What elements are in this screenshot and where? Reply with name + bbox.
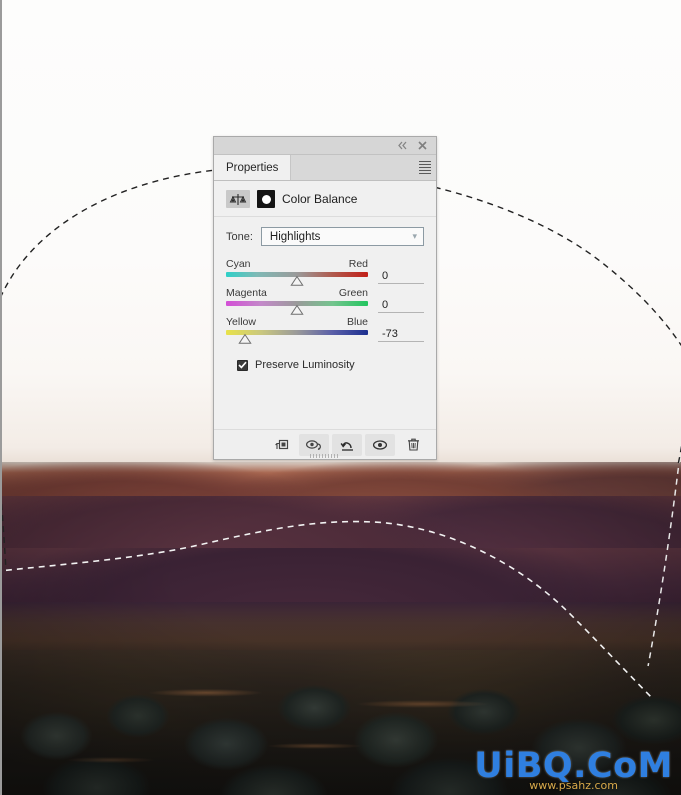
slider-track-cyan-red[interactable] [226,272,368,286]
panel-resize-grip[interactable] [310,454,340,458]
slider-track-magenta-green[interactable] [226,301,368,315]
properties-panel[interactable]: Properties Color Balance Tone: Highlight… [213,136,437,460]
preserve-luminosity-checkbox[interactable] [237,359,248,371]
tone-row: Tone: Highlights ▾ [214,217,436,254]
slider-row-cyan-red: Cyan Red 0 [226,258,424,286]
slider-label-magenta: Magenta [226,287,267,299]
slider-thumb-cyan-red[interactable] [290,276,304,286]
tone-label: Tone: [226,230,253,243]
slider-row-magenta-green: Magenta Green 0 [226,287,424,315]
panel-body: Color Balance Tone: Highlights ▾ Cyan Re… [214,181,436,429]
slider-label-yellow: Yellow [226,316,256,328]
slider-thumb-magenta-green[interactable] [290,305,304,315]
slider-label-green: Green [338,287,368,299]
delete-layer-icon[interactable] [398,434,428,456]
slider-group: Cyan Red 0 Magenta Green 0 Yellow Blue -… [214,254,436,344]
slider-track-yellow-blue[interactable] [226,330,368,344]
slider-value-yellow-blue[interactable]: -73 [378,327,424,342]
slider-label-red: Red [348,258,368,270]
landscape-photo [2,462,681,795]
close-icon[interactable] [417,140,428,151]
chevron-down-icon: ▾ [412,231,417,241]
slider-value-cyan-red[interactable]: 0 [378,269,424,284]
tab-spacer [291,155,414,180]
slider-label-cyan: Cyan [226,258,251,270]
preserve-luminosity-label: Preserve Luminosity [255,359,355,371]
layer-mask-icon [257,190,275,208]
tone-select-value: Highlights [269,230,321,243]
slider-label-blue: Blue [346,316,368,328]
slider-row-yellow-blue: Yellow Blue -73 [226,316,424,344]
collapse-icon[interactable] [397,140,408,151]
reset-icon[interactable] [332,433,362,456]
adjustment-title: Color Balance [282,192,358,206]
view-previous-state-icon[interactable] [299,433,329,456]
panel-titlebar[interactable] [214,137,436,155]
slider-thumb-yellow-blue[interactable] [238,334,252,344]
panel-tab-row[interactable]: Properties [214,155,436,181]
panel-footer [214,429,436,459]
slider-value-magenta-green[interactable]: 0 [378,298,424,313]
clip-to-layer-icon[interactable] [266,434,296,456]
tone-select[interactable]: Highlights ▾ [260,227,424,246]
adjustment-header: Color Balance [214,181,436,217]
vignette-overlay [2,462,681,795]
color-balance-icon [226,190,250,208]
tab-properties-label: Properties [226,161,279,174]
panel-menu-icon[interactable] [414,155,436,180]
toggle-visibility-icon[interactable] [365,433,395,456]
preserve-luminosity-row[interactable]: Preserve Luminosity [214,345,436,371]
panel-filler [214,371,436,429]
tab-properties[interactable]: Properties [214,155,292,180]
